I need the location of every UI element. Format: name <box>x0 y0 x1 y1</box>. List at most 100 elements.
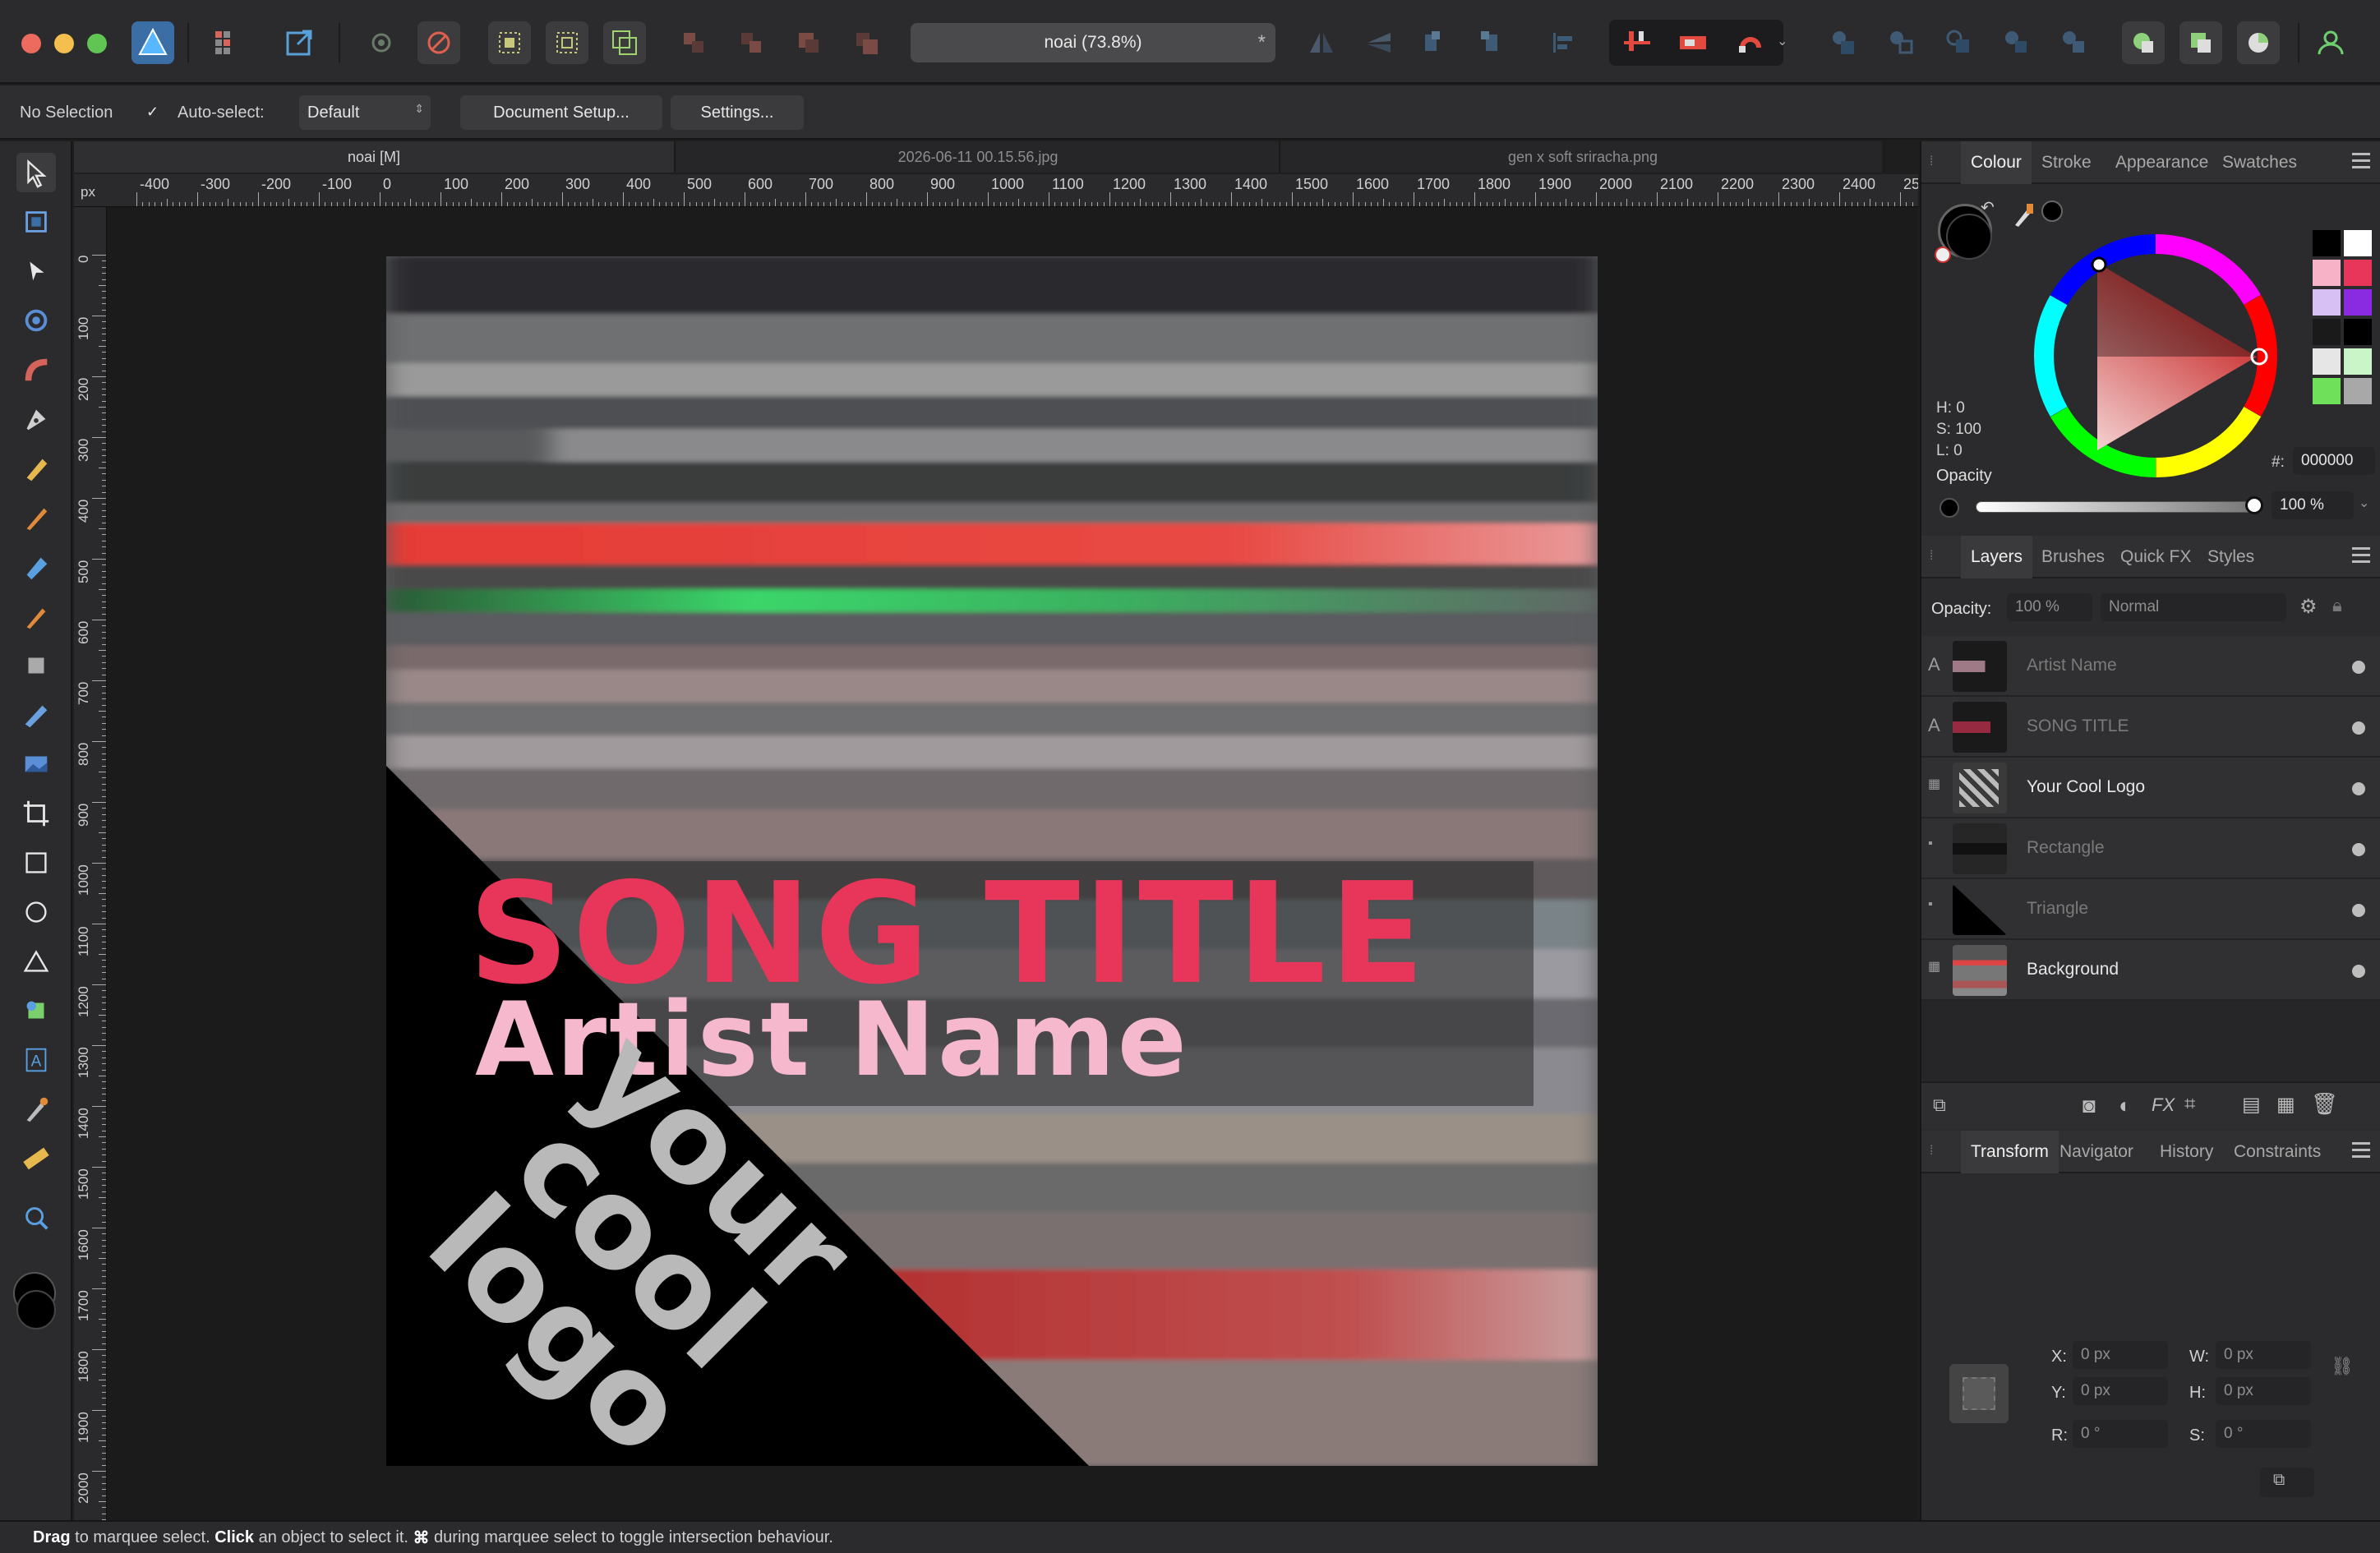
tab-transform[interactable]: Transform <box>1961 1131 2059 1173</box>
force-pixel-alignment-icon[interactable] <box>1672 21 1714 64</box>
crop-tool-icon[interactable] <box>16 794 56 833</box>
opacity-slider[interactable] <box>1976 501 2253 513</box>
swatch[interactable] <box>2313 319 2341 345</box>
document-title[interactable]: noai (73.8%) * <box>911 23 1275 62</box>
no-fill-icon[interactable] <box>1935 247 1951 263</box>
move-back-icon[interactable] <box>730 21 773 64</box>
fill-well[interactable] <box>1946 214 1992 260</box>
layer-visibility-dot[interactable] <box>2352 661 2365 674</box>
corner-tool-icon[interactable] <box>16 350 56 389</box>
grip-icon[interactable]: ⁞ <box>1930 154 1933 169</box>
designer-persona-icon[interactable] <box>131 21 174 64</box>
layer-visibility-dot[interactable] <box>2352 782 2365 795</box>
layer-row[interactable]: ▪ Triangle <box>1921 879 2380 940</box>
h-input[interactable]: 0 px <box>2216 1377 2311 1405</box>
snapping-icon[interactable] <box>417 21 460 64</box>
transparency-tool-icon[interactable] <box>16 695 56 735</box>
tab-quick-fx[interactable]: Quick FX <box>2112 536 2199 578</box>
link-proportions-icon[interactable]: ⛓ <box>2331 1356 2354 1377</box>
insert-top-icon[interactable] <box>2237 21 2280 64</box>
transform-origin-button[interactable]: ⧉ <box>2260 1468 2314 1497</box>
minimize-window-button[interactable] <box>54 34 74 53</box>
auto-select-checkbox[interactable]: ✓ <box>146 104 164 122</box>
x-input[interactable]: 0 px <box>2073 1341 2168 1369</box>
document-setup-button[interactable]: Document Setup... <box>460 95 662 130</box>
export-persona-icon[interactable] <box>278 21 321 64</box>
opacity-input[interactable]: 100 % <box>2272 491 2354 519</box>
snapping-manager-icon[interactable] <box>1616 21 1658 64</box>
panel-menu-icon[interactable] <box>2352 1142 2370 1159</box>
move-to-front-icon[interactable] <box>845 21 888 64</box>
move-to-back-icon[interactable] <box>672 21 715 64</box>
pen-tool-icon[interactable] <box>16 399 56 439</box>
grip-icon[interactable]: ⁞ <box>1930 1144 1933 1159</box>
layer-visibility-dot[interactable] <box>2352 843 2365 856</box>
snapping-dropdown-icon[interactable]: ⌄ <box>1777 33 1787 49</box>
y-input[interactable]: 0 px <box>2073 1377 2168 1405</box>
layer-visibility-dot[interactable] <box>2352 721 2365 735</box>
settings-button[interactable]: Settings... <box>671 95 804 130</box>
pixel-tool-icon[interactable] <box>16 646 56 685</box>
grip-icon[interactable]: ⁞ <box>1930 549 1933 564</box>
layer-visibility-dot[interactable] <box>2352 904 2365 917</box>
place-image-tool-icon[interactable] <box>16 744 56 784</box>
xor-icon[interactable] <box>1995 21 2038 64</box>
divide-icon[interactable] <box>2053 21 2096 64</box>
close-window-button[interactable] <box>21 34 41 53</box>
align-icon[interactable] <box>1542 21 1584 64</box>
account-icon[interactable] <box>2309 21 2352 64</box>
swatch[interactable] <box>2313 348 2341 375</box>
tab-appearance[interactable]: Appearance <box>2107 141 2216 184</box>
shear-input[interactable]: 0 ° <box>2216 1420 2311 1448</box>
document-tab[interactable]: 2026-06-11 00.15.56.jpg <box>677 141 1280 173</box>
move-forward-icon[interactable] <box>787 21 830 64</box>
view-mode-icon[interactable] <box>360 21 403 64</box>
swatch[interactable] <box>2313 230 2341 256</box>
insert-behind-icon[interactable] <box>2179 21 2222 64</box>
rectangle-tool-icon[interactable] <box>16 843 56 882</box>
flip-horizontal-icon[interactable] <box>1300 21 1343 64</box>
tab-stroke[interactable]: Stroke <box>2033 141 2100 184</box>
intersect-icon[interactable] <box>1938 21 1981 64</box>
layer-row[interactable]: ▦ Your Cool Logo <box>1921 758 2380 818</box>
layer-visibility-dot[interactable] <box>2352 965 2365 978</box>
live-filter-icon[interactable]: ⌗ <box>2184 1093 2196 1116</box>
auto-select-dropdown[interactable]: Default ⇕ <box>299 95 431 130</box>
mask-layer-icon[interactable]: ◙ <box>2082 1093 2096 1118</box>
swap-colors-icon[interactable]: ↶ <box>1981 197 1995 218</box>
tab-constraints[interactable]: Constraints <box>2225 1131 2329 1173</box>
colour-wheel[interactable] <box>2028 228 2283 483</box>
rotate-right-icon[interactable] <box>1469 21 1512 64</box>
adjustment-icon[interactable]: ◐ <box>2119 1093 2132 1118</box>
triangle-tool-icon[interactable] <box>16 942 56 981</box>
opacity-slider-handle[interactable] <box>2245 496 2263 514</box>
document-tab[interactable]: noai [M] <box>74 141 676 173</box>
invert-selection-icon[interactable] <box>603 21 646 64</box>
artboard[interactable]: SONG TITLE Artist Name your cool logo <box>386 256 1598 1466</box>
snapping-magnet-icon[interactable] <box>1729 21 1772 64</box>
canvas[interactable]: SONG TITLE Artist Name your cool logo <box>107 207 1918 1520</box>
layer-row[interactable]: A SONG TITLE <box>1921 697 2380 758</box>
anchor-selector[interactable] <box>1949 1364 2009 1423</box>
tab-brushes[interactable]: Brushes <box>2033 536 2113 578</box>
layer-row[interactable]: ▦ Background <box>1921 940 2380 1001</box>
add-layer-icon[interactable]: ▤ <box>2242 1093 2261 1117</box>
measure-tool-icon[interactable] <box>16 1139 56 1178</box>
rotation-input[interactable]: 0 ° <box>2073 1420 2168 1448</box>
fill-color-well[interactable] <box>16 1290 56 1329</box>
tab-history[interactable]: History <box>2152 1131 2221 1173</box>
tab-styles[interactable]: Styles <box>2199 536 2262 578</box>
tab-layers[interactable]: Layers <box>1961 536 2033 578</box>
fill-tool-icon[interactable] <box>16 547 56 587</box>
swatch[interactable] <box>2313 260 2341 286</box>
tab-swatches[interactable]: Swatches <box>2214 141 2305 184</box>
layer-options-icon[interactable]: ⧉ <box>1933 1094 1946 1116</box>
node-tool-icon[interactable] <box>16 251 56 291</box>
vector-brush-tool-icon[interactable] <box>16 498 56 537</box>
layer-settings-gear-icon[interactable]: ⚙ <box>2299 595 2318 619</box>
select-none-icon[interactable] <box>546 21 588 64</box>
swatch[interactable] <box>2344 378 2372 404</box>
artboard-tool-icon[interactable] <box>16 202 56 242</box>
fx-icon[interactable]: FX <box>2152 1094 2175 1116</box>
layer-row[interactable]: A Artist Name <box>1921 636 2380 697</box>
